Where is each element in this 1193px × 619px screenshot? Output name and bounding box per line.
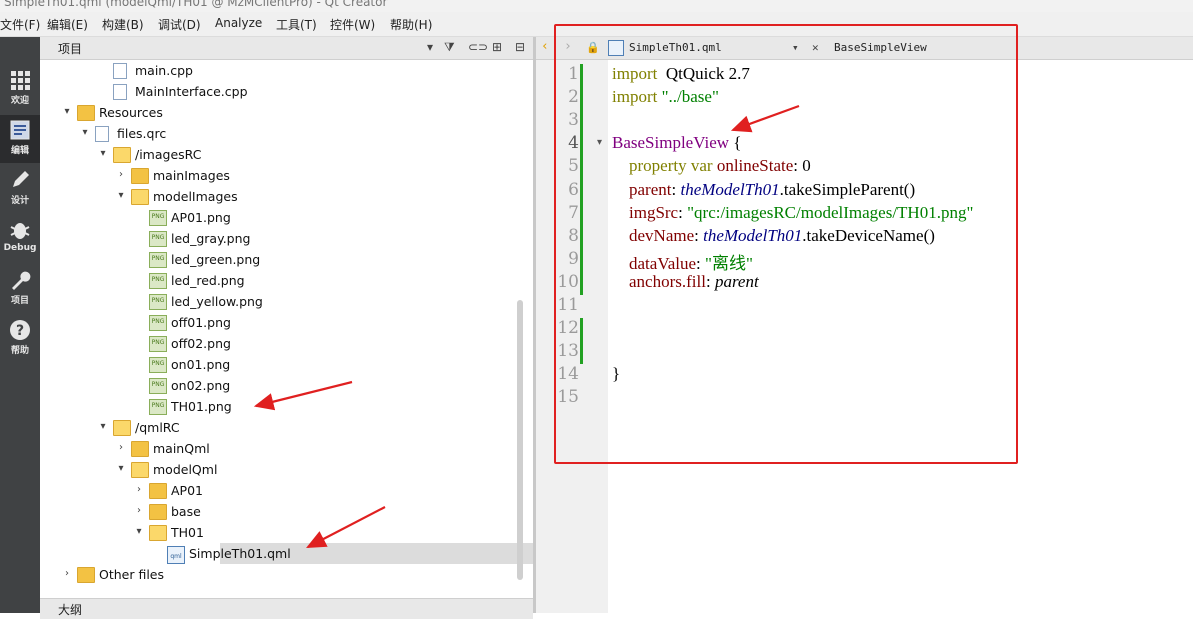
annotation-arrows [253,104,800,549]
arrow-to-simpleth01-qml [306,506,386,549]
modified-line-marker [580,318,583,365]
modified-line-marker [580,64,583,295]
arrow-to-basesimpleview [730,104,800,133]
arrow-to-th01-png [253,380,353,411]
